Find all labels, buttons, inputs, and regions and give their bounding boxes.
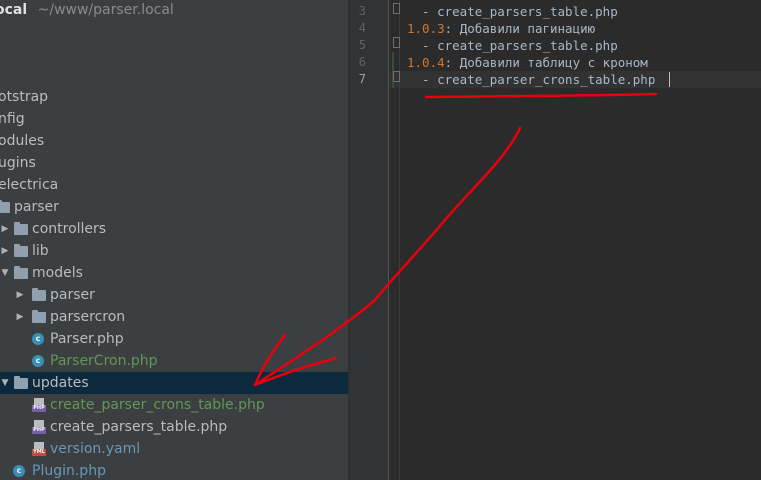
folder-icon	[14, 266, 28, 279]
tree-item[interactable]: PHP create_parsers_table.php	[0, 416, 348, 438]
tree-item[interactable]: ▼ updates	[0, 372, 348, 394]
collapse-arrow-icon[interactable]: ▶	[0, 240, 11, 262]
code-line[interactable]: - create_parsers_table.php	[389, 3, 761, 20]
tree-item-label: ugins	[0, 155, 36, 171]
tree-item-label: version.yaml	[50, 441, 141, 457]
tree-item-label: ParserCron.php	[50, 353, 158, 369]
tree-item[interactable]: ▶ parser	[0, 284, 348, 306]
line-number: 4	[358, 21, 366, 35]
line-number: 7	[358, 72, 366, 86]
tree-item-label: create_parser_crons_table.php	[50, 397, 265, 413]
change-marker	[392, 52, 394, 88]
folder-icon	[14, 376, 28, 389]
tree-item[interactable]: ▶ parsercron	[0, 306, 348, 328]
collapse-arrow-icon[interactable]: ▶	[14, 284, 26, 306]
tree-item[interactable]: YML version.yaml	[0, 438, 348, 460]
folder-icon	[14, 222, 28, 235]
tree-item-label: otstrap	[0, 89, 49, 105]
code-value: : Добавили пагинацию	[444, 21, 596, 36]
fold-marker[interactable]	[393, 3, 400, 14]
tree-item[interactable]: c ParserCron.php	[0, 350, 348, 372]
text-caret	[669, 72, 670, 87]
fold-marker[interactable]	[393, 71, 400, 82]
line-number: 3	[358, 4, 366, 18]
php-class-icon: c	[32, 333, 44, 345]
expand-arrow-icon[interactable]: ▼	[0, 262, 11, 284]
collapse-arrow-icon[interactable]: ▶	[0, 218, 11, 240]
tree-item-label: models	[32, 265, 83, 281]
code-line[interactable]: 1.0.4: Добавили таблицу с кроном	[389, 54, 761, 71]
tree-item[interactable]: ▶ lib	[0, 240, 348, 262]
tree-item[interactable]: electrica	[0, 174, 348, 196]
project-header[interactable]: ocal ~/www/parser.local	[0, 0, 174, 22]
code-line[interactable]: 1.0.3: Добавили пагинацию	[389, 20, 761, 37]
expand-arrow-icon[interactable]: ▼	[0, 372, 11, 394]
tree-item[interactable]: ▼ models	[0, 262, 348, 284]
project-name: ocal	[0, 2, 28, 18]
tree-item-label: lib	[32, 243, 49, 259]
tree-item-label: nfig	[0, 111, 25, 127]
line-number: 5	[358, 38, 366, 52]
tree-item[interactable]: PHP create_parser_crons_table.php	[0, 394, 348, 416]
code-value: : Добавили таблицу с кроном	[444, 55, 648, 70]
tree-item[interactable]: ugins	[0, 152, 348, 174]
code-text: 1.0.3: Добавили пагинацию	[407, 20, 595, 37]
project-tree: ocal ~/www/parser.local otstrap nfig odule…	[0, 0, 348, 480]
yaml-file-icon: YML	[32, 442, 46, 456]
tree-item-label: parser	[14, 199, 59, 215]
tree-item-label: parsercron	[50, 309, 126, 325]
tree-item[interactable]: c Parser.php	[0, 328, 348, 350]
tree-item[interactable]: odules	[0, 130, 348, 152]
php-file-icon: PHP	[32, 420, 46, 434]
folder-icon	[32, 310, 46, 323]
code-value: - create_parsers_table.php	[407, 4, 618, 19]
line-number: 6	[358, 55, 366, 69]
php-file-icon: PHP	[32, 398, 46, 412]
code-value: - create_parsers_table.php	[407, 38, 618, 53]
folder-icon	[32, 288, 46, 301]
tree-item-label: Parser.php	[50, 331, 124, 347]
code-text: - create_parser_crons_table.php	[407, 71, 655, 88]
code-editor[interactable]: - create_parsers_table.php 1.0.3: Добавил…	[389, 0, 761, 480]
tree-item[interactable]: ▶ controllers	[0, 218, 348, 240]
code-line[interactable]: - create_parser_crons_table.php	[389, 71, 761, 88]
version-key: 1.0.4	[407, 55, 445, 70]
tree-item-label: create_parsers_table.php	[50, 419, 228, 435]
php-class-icon: c	[32, 355, 44, 367]
tree-item-label: controllers	[32, 221, 107, 237]
code-text: - create_parsers_table.php	[407, 37, 618, 54]
tree-item[interactable]: otstrap	[0, 86, 348, 108]
tree-item-label: odules	[0, 133, 45, 149]
code-text: - create_parsers_table.php	[407, 3, 618, 20]
collapse-arrow-icon[interactable]: ▶	[14, 306, 26, 328]
project-path: ~/www/parser.local	[37, 2, 174, 18]
tree-item-label: parser	[50, 287, 95, 303]
tree-item[interactable]: nfig	[0, 108, 348, 130]
code-line[interactable]: - create_parsers_table.php	[389, 37, 761, 54]
tree-item-label: electrica	[0, 177, 59, 193]
code-text: 1.0.4: Добавили таблицу с кроном	[407, 54, 648, 71]
php-class-icon: c	[13, 465, 25, 477]
code-value: - create_parser_crons_table.php	[407, 72, 656, 87]
tree-item-label: Plugin.php	[32, 463, 106, 479]
version-key: 1.0.3	[407, 21, 445, 36]
fold-marker[interactable]	[393, 37, 400, 48]
folder-icon	[0, 200, 10, 213]
tree-item[interactable]: c Plugin.php	[0, 460, 348, 480]
tree-item[interactable]: ▼parser	[0, 196, 348, 218]
tree-item-label: updates	[32, 375, 89, 391]
folder-icon	[14, 244, 28, 257]
